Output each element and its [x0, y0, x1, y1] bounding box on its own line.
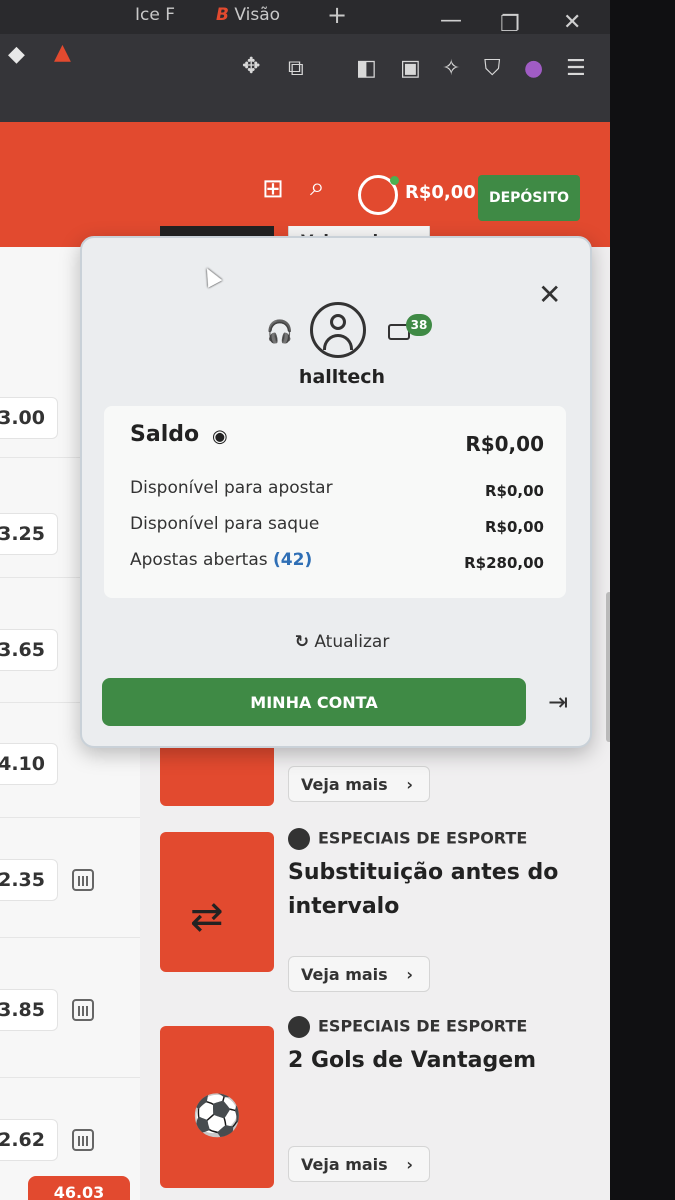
soccer-ball-icon: ⚽ [192, 1093, 242, 1139]
odd-button[interactable]: 4.10 [0, 743, 58, 785]
odd-button[interactable]: 2.62 [0, 1119, 58, 1161]
veja-mais-button[interactable]: Veja mais › [288, 956, 430, 992]
monitor-bezel [610, 0, 675, 1200]
odd-button[interactable]: 3.65 [0, 629, 58, 671]
card-category: ESPECIAIS DE ESPORTE [288, 1016, 527, 1038]
trophy-icon [288, 828, 310, 850]
open-bets-row[interactable]: Apostas abertas (42) [130, 550, 312, 570]
divider [0, 1077, 140, 1078]
balance-row-label: Disponível para apostar [130, 478, 333, 498]
eye-icon[interactable]: ◉ [212, 426, 228, 447]
category-label: ESPECIAIS DE ESPORTE [318, 828, 528, 848]
odd-button[interactable]: 3.00 [0, 397, 58, 439]
username: halltech [298, 366, 386, 388]
online-status-dot [390, 176, 399, 185]
open-bets-count[interactable]: (42) [273, 550, 312, 570]
browser-toolbar: ◆ ▲ ✥ ⧉ ◧ ▣ ✧ ⛉ ● ☰ [0, 34, 610, 122]
close-window-icon[interactable]: ✕ [563, 10, 581, 35]
promo-thumbnail-substitution[interactable]: ⇄ [160, 832, 274, 972]
odd-button[interactable]: 2.35 [0, 859, 58, 901]
page-search-icon[interactable]: ⧉ [288, 56, 304, 81]
veja-mais-button[interactable]: Veja mais › [288, 766, 430, 802]
bottom-odd-badge[interactable]: 46.03 [28, 1176, 130, 1200]
category-label: ESPECIAIS DE ESPORTE [318, 1016, 528, 1036]
rewards-triangle-icon[interactable]: ▲ [54, 40, 71, 65]
divider [0, 937, 140, 938]
card-title[interactable]: Substituição antes do intervalo [288, 856, 578, 924]
stats-icon[interactable] [72, 1129, 94, 1151]
bookmark-star-icon[interactable]: ✧ [442, 56, 460, 81]
sidebar-icon[interactable]: ◧ [356, 56, 377, 81]
card-category: ESPECIAIS DE ESPORTE [288, 828, 527, 850]
mail-count-badge: 38 [406, 314, 432, 336]
my-account-button[interactable]: MINHA CONTA [102, 678, 526, 726]
menu-icon[interactable]: ☰ [566, 56, 586, 81]
balance-box: Saldo ◉ R$0,00 Disponível para apostar R… [104, 406, 566, 598]
refresh-icon: ↻ [294, 632, 309, 652]
saldo-value: R$0,00 [465, 432, 544, 456]
tab-visao[interactable]: B Visão [216, 0, 280, 34]
veja-mais-label: Veja mais [301, 1154, 388, 1174]
new-tab-button[interactable]: + [327, 0, 347, 34]
vpn-shield-icon[interactable]: ⛉ [484, 56, 501, 81]
browser-tab-strip: Ice F B Visão + — ❐ ✕ [0, 0, 610, 37]
profile-icon[interactable]: ● [524, 56, 543, 81]
header-balance[interactable]: R$0,00 [405, 182, 476, 203]
tab-ice[interactable]: Ice F [135, 0, 175, 34]
veja-mais-label: Veja mais [301, 774, 388, 794]
stats-icon[interactable] [72, 869, 94, 891]
saldo-label: Saldo [130, 422, 200, 447]
logout-icon[interactable]: ⇥ [548, 688, 568, 716]
deposit-button[interactable]: DEPÓSITO [478, 175, 580, 221]
chevron-right-icon: › [406, 774, 413, 794]
tab-label: Visão [234, 5, 281, 25]
search-icon[interactable]: ⌕ [310, 172, 325, 203]
open-bets-label: Apostas abertas [130, 550, 268, 570]
odd-button[interactable]: 3.85 [0, 989, 58, 1031]
trophy-icon [288, 1016, 310, 1038]
balance-row-value: R$0,00 [485, 518, 544, 536]
jersey-swap-icon: ⇄ [190, 894, 224, 940]
tab-label: Ice F [135, 5, 176, 25]
refresh-label: Atualizar [314, 632, 390, 652]
veja-mais-label: Veja mais [301, 964, 388, 984]
user-avatar-icon[interactable] [310, 302, 366, 358]
minimize-icon[interactable]: — [440, 8, 462, 33]
stats-icon[interactable] [72, 999, 94, 1021]
extensions-icon[interactable]: ✥ [242, 54, 260, 79]
balance-row-value: R$0,00 [485, 482, 544, 500]
refresh-button[interactable]: ↻ Atualizar [82, 632, 602, 652]
divider [0, 817, 140, 818]
promo-thumbnail-goals[interactable]: ⚽ [160, 1026, 274, 1188]
account-panel: ✕ 🎧 38 halltech Saldo ◉ R$0,00 Disponíve… [80, 236, 592, 748]
balance-row-label: Disponível para saque [130, 514, 320, 534]
support-headset-icon[interactable]: 🎧 [266, 320, 293, 345]
chevron-right-icon: › [406, 964, 413, 984]
close-icon[interactable]: ✕ [538, 278, 561, 311]
open-bets-value: R$280,00 [464, 554, 544, 572]
card-title[interactable]: 2 Gols de Vantagem [288, 1044, 578, 1078]
brand-b-icon: B [216, 5, 229, 25]
gift-icon[interactable]: ⊞ [262, 174, 284, 204]
wallet-icon[interactable]: ▣ [400, 56, 421, 81]
odd-button[interactable]: 3.25 [0, 513, 58, 555]
veja-mais-button[interactable]: Veja mais › [288, 1146, 430, 1182]
brave-shield-icon[interactable]: ◆ [8, 42, 25, 67]
chevron-right-icon: › [406, 1154, 413, 1174]
